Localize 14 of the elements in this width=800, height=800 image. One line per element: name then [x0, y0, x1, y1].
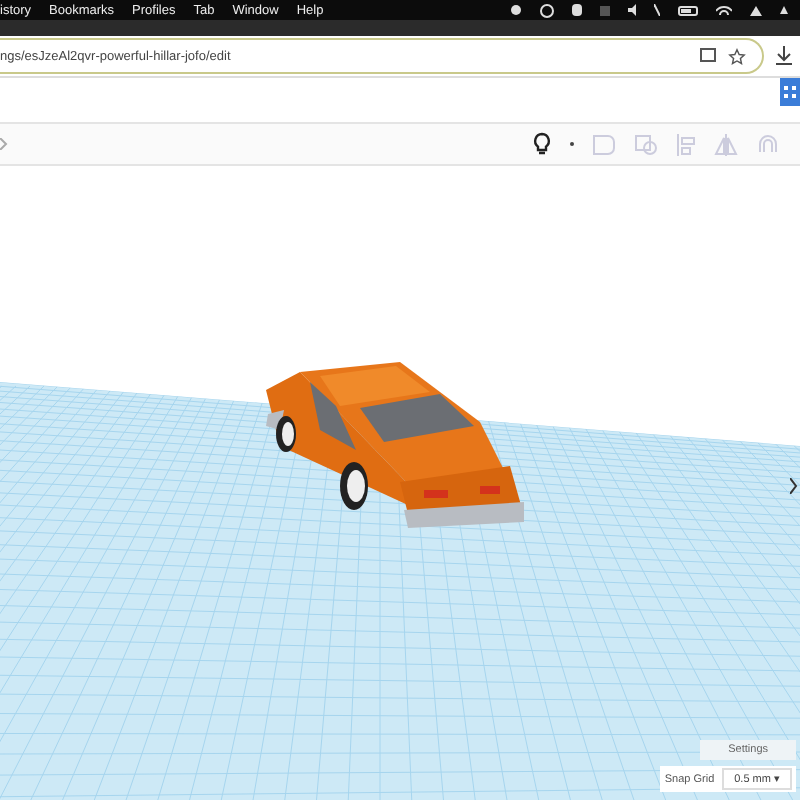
- circle-icon[interactable]: [540, 3, 554, 17]
- lightbulb-icon[interactable]: [532, 132, 552, 156]
- download-icon[interactable]: [776, 46, 792, 66]
- battery-icon[interactable]: [678, 5, 698, 15]
- speaker-icon[interactable]: [628, 4, 636, 16]
- wifi-icon[interactable]: [716, 5, 732, 15]
- install-app-icon[interactable]: [700, 48, 718, 64]
- triangle-icon[interactable]: [780, 6, 788, 14]
- grid-icon[interactable]: [780, 78, 800, 106]
- chevron-right-icon[interactable]: [790, 478, 798, 494]
- star-icon[interactable]: [728, 47, 746, 65]
- square-icon[interactable]: [600, 5, 610, 15]
- record-icon[interactable]: [510, 4, 522, 16]
- triangle-icon[interactable]: [750, 5, 762, 15]
